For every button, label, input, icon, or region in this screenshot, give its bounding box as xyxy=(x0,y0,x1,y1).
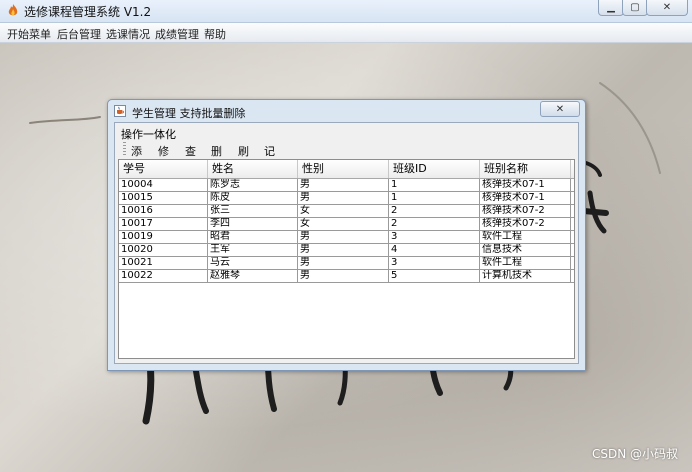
cell-name[interactable]: 陈罗志 xyxy=(208,179,298,191)
close-icon: ✕ xyxy=(555,103,565,115)
cell-gender[interactable]: 女 xyxy=(298,218,389,230)
cell-name[interactable]: 赵雅琴 xyxy=(208,270,298,282)
cell-class-id[interactable]: 4 xyxy=(389,244,480,256)
frame-title-bar[interactable]: 学生管理 支持批量删除 ✕ xyxy=(108,100,585,122)
cell-student-id[interactable]: 10019 xyxy=(119,231,208,243)
cell-class-name[interactable]: 核弹技术07-2 xyxy=(480,205,571,217)
column-header-student-id[interactable]: 学号 xyxy=(119,160,208,178)
group-label: 操作一体化 xyxy=(121,128,176,141)
cell-class-name[interactable]: 软件工程 xyxy=(480,231,571,243)
cell-name[interactable]: 张三 xyxy=(208,205,298,217)
cell-class-name[interactable]: 信息技术 xyxy=(480,244,571,256)
cell-class-id[interactable]: 2 xyxy=(389,205,480,217)
menu-grades[interactable]: 成绩管理 xyxy=(155,26,199,42)
menu-bar: 开始菜单 后台管理 选课情况 成绩管理 帮助 xyxy=(0,23,692,43)
cell-name[interactable]: 马云 xyxy=(208,257,298,269)
cell-student-id[interactable]: 10022 xyxy=(119,270,208,282)
table-row[interactable]: 10004 陈罗志 男 1 核弹技术07-1 xyxy=(119,179,574,192)
close-button[interactable]: ✕ xyxy=(646,0,688,16)
table-header: 学号 姓名 性别 班级ID 班别名称 xyxy=(119,160,574,179)
cell-class-id[interactable]: 1 xyxy=(389,179,480,191)
cell-name[interactable]: 王军 xyxy=(208,244,298,256)
maximize-button[interactable]: ▢ xyxy=(622,0,648,16)
minimize-icon: ▁ xyxy=(607,2,615,13)
frame-close-button[interactable]: ✕ xyxy=(540,101,580,117)
column-header-name[interactable]: 姓名 xyxy=(208,160,298,178)
cell-class-id[interactable]: 2 xyxy=(389,218,480,230)
frame-title: 学生管理 支持批量删除 xyxy=(132,107,246,120)
menu-help[interactable]: 帮助 xyxy=(204,26,226,42)
cell-class-name[interactable]: 核弹技术07-1 xyxy=(480,192,571,204)
title-bar: 选修课程管理系统 V1.2 ▁ ▢ ✕ xyxy=(0,0,692,23)
student-table: 学号 姓名 性别 班级ID 班别名称 10004 陈罗志 男 1 核弹技术07-… xyxy=(118,159,575,359)
app-flame-icon xyxy=(8,4,18,16)
cell-gender[interactable]: 男 xyxy=(298,179,389,191)
cell-class-id[interactable]: 5 xyxy=(389,270,480,282)
cell-gender[interactable]: 男 xyxy=(298,192,389,204)
table-row[interactable]: 10019 昭君 男 3 软件工程 xyxy=(119,231,574,244)
cell-class-name[interactable]: 核弹技术07-1 xyxy=(480,179,571,191)
cell-student-id[interactable]: 10020 xyxy=(119,244,208,256)
cell-gender[interactable]: 男 xyxy=(298,270,389,282)
cell-class-name[interactable]: 软件工程 xyxy=(480,257,571,269)
cell-student-id[interactable]: 10017 xyxy=(119,218,208,230)
maximize-icon: ▢ xyxy=(630,2,640,13)
java-cup-icon xyxy=(114,105,126,117)
table-row[interactable]: 10015 陈皮 男 1 核弹技术07-1 xyxy=(119,192,574,205)
watermark: CSDN @小码叔 xyxy=(591,447,678,461)
student-management-frame: 学生管理 支持批量删除 ✕ 操作一体化 添加 修改 查询 删除 刷新 记录数:8… xyxy=(107,99,586,371)
column-header-class-id[interactable]: 班级ID xyxy=(389,160,480,178)
column-header-gender[interactable]: 性别 xyxy=(298,160,389,178)
menu-admin[interactable]: 后台管理 xyxy=(57,26,101,42)
menu-start[interactable]: 开始菜单 xyxy=(7,26,51,42)
menu-course-selection[interactable]: 选课情况 xyxy=(106,26,150,42)
frame-content: 操作一体化 添加 修改 查询 删除 刷新 记录数:8 学号 姓名 性别 班级ID… xyxy=(114,122,579,364)
cell-student-id[interactable]: 10016 xyxy=(119,205,208,217)
toolbar-grip[interactable] xyxy=(123,142,126,156)
minimize-button[interactable]: ▁ xyxy=(598,0,624,16)
cell-class-name[interactable]: 计算机技术 xyxy=(480,270,571,282)
cell-student-id[interactable]: 10004 xyxy=(119,179,208,191)
cell-class-id[interactable]: 3 xyxy=(389,231,480,243)
cell-class-id[interactable]: 3 xyxy=(389,257,480,269)
window-title: 选修课程管理系统 V1.2 xyxy=(24,5,152,19)
cell-student-id[interactable]: 10021 xyxy=(119,257,208,269)
cell-gender[interactable]: 男 xyxy=(298,244,389,256)
cell-gender[interactable]: 男 xyxy=(298,257,389,269)
table-row[interactable]: 10020 王军 男 4 信息技术 xyxy=(119,244,574,257)
cell-name[interactable]: 昭君 xyxy=(208,231,298,243)
cell-gender[interactable]: 男 xyxy=(298,231,389,243)
table-row[interactable]: 10022 赵雅琴 男 5 计算机技术 xyxy=(119,270,574,283)
cell-name[interactable]: 李四 xyxy=(208,218,298,230)
table-body: 10004 陈罗志 男 1 核弹技术07-1 10015 陈皮 男 1 核弹技术… xyxy=(119,179,574,283)
cell-class-name[interactable]: 核弹技术07-2 xyxy=(480,218,571,230)
cell-name[interactable]: 陈皮 xyxy=(208,192,298,204)
table-row[interactable]: 10016 张三 女 2 核弹技术07-2 xyxy=(119,205,574,218)
cell-class-id[interactable]: 1 xyxy=(389,192,480,204)
close-icon: ✕ xyxy=(662,2,672,13)
table-row[interactable]: 10021 马云 男 3 软件工程 xyxy=(119,257,574,270)
cell-student-id[interactable]: 10015 xyxy=(119,192,208,204)
table-row[interactable]: 10017 李四 女 2 核弹技术07-2 xyxy=(119,218,574,231)
column-header-class-name[interactable]: 班别名称 xyxy=(480,160,571,178)
cell-gender[interactable]: 女 xyxy=(298,205,389,217)
